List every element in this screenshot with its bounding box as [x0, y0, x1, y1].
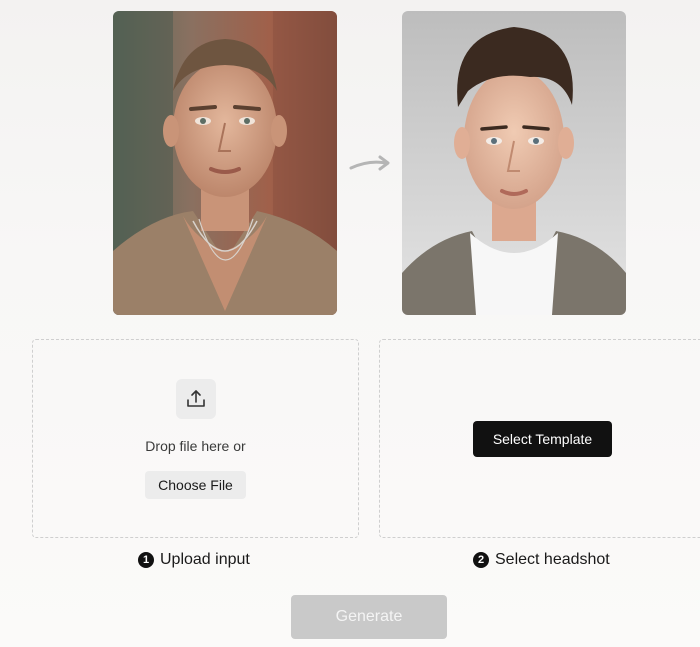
upload-dropzone[interactable]: Drop file here or Choose File: [32, 339, 359, 538]
choose-file-button[interactable]: Choose File: [145, 471, 246, 499]
drop-hint-text: Drop file here or: [145, 438, 246, 454]
generate-button[interactable]: Generate: [291, 595, 447, 639]
headshot-portrait-image: [402, 11, 626, 315]
input-portrait-image: [113, 11, 337, 315]
step-label: Upload input: [160, 551, 250, 568]
headshot-photo: [402, 11, 626, 315]
step-number-badge: 2: [473, 552, 489, 568]
step-upload-input: 1 Upload input: [138, 550, 250, 570]
input-photo: [113, 11, 337, 315]
step-label: Select headshot: [495, 551, 610, 568]
arrow-right-icon: [349, 155, 390, 171]
upload-icon[interactable]: [176, 379, 216, 419]
select-template-button[interactable]: Select Template: [473, 421, 612, 457]
template-zone: Select Template: [379, 339, 700, 538]
step-select-headshot: 2 Select headshot: [473, 550, 610, 570]
step-number-badge: 1: [138, 552, 154, 568]
